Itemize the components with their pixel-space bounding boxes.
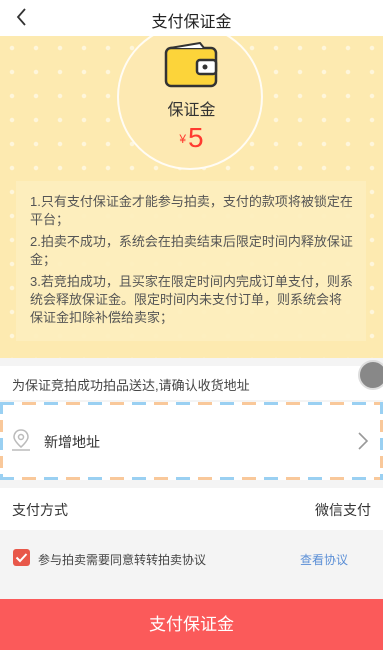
deposit-label: 保证金 xyxy=(167,102,216,119)
rule-item: 3.若竞拍成功，且买家在限定时间内完成订单支付，则系统会释放保证金。限定时间内未… xyxy=(30,274,353,325)
payment-method-value: 微信支付 xyxy=(315,502,371,518)
floating-ball-icon[interactable] xyxy=(358,360,383,390)
agreement-checkbox[interactable] xyxy=(13,549,30,566)
add-address-label: 新增地址 xyxy=(44,434,100,450)
location-icon xyxy=(12,429,30,451)
amount-value: 5 xyxy=(188,122,204,153)
airmail-border xyxy=(0,477,383,480)
deposit-amount: ¥5 xyxy=(0,122,383,154)
top-bar: 支付保证金 xyxy=(0,0,383,36)
check-icon xyxy=(15,553,28,563)
address-notice: 为保证竞拍成功拍品送达,请确认收货地址 xyxy=(0,366,383,400)
airmail-border xyxy=(0,402,383,405)
pay-deposit-button[interactable]: 支付保证金 xyxy=(0,599,383,650)
payment-method-label: 支付方式 xyxy=(12,502,68,518)
add-address-row[interactable]: 新增地址 xyxy=(0,402,383,480)
payment-method-row[interactable]: 支付方式 微信支付 xyxy=(0,488,383,530)
airmail-border xyxy=(0,402,3,480)
rule-item: 1.只有支付保证金才能参与拍卖，支付的款项将被锁定在平台； xyxy=(30,194,353,227)
rule-item: 2.拍卖不成功，系统会在拍卖结束后限定时间内释放保证金； xyxy=(30,234,353,267)
deposit-rules: 1.只有支付保证金才能参与拍卖，支付的款项将被锁定在平台； 2.拍卖不成功，系统… xyxy=(16,181,366,341)
agreement-text: 参与拍卖需要同意转转拍卖协议 xyxy=(38,553,207,567)
address-notice-text: 为保证竞拍成功拍品送达,请确认收货地址 xyxy=(12,378,250,393)
chevron-right-icon xyxy=(358,432,369,450)
page-title: 支付保证金 xyxy=(151,14,232,31)
agreement-row: 参与拍卖需要同意转转拍卖协议 查看协议 xyxy=(0,538,383,578)
currency-symbol: ¥ xyxy=(179,132,187,146)
wallet-icon xyxy=(164,42,218,88)
view-agreement-link[interactable]: 查看协议 xyxy=(300,551,348,568)
deposit-hero: 保证金 ¥5 1.只有支付保证金才能参与拍卖，支付的款项将被锁定在平台； 2.拍… xyxy=(0,36,383,358)
